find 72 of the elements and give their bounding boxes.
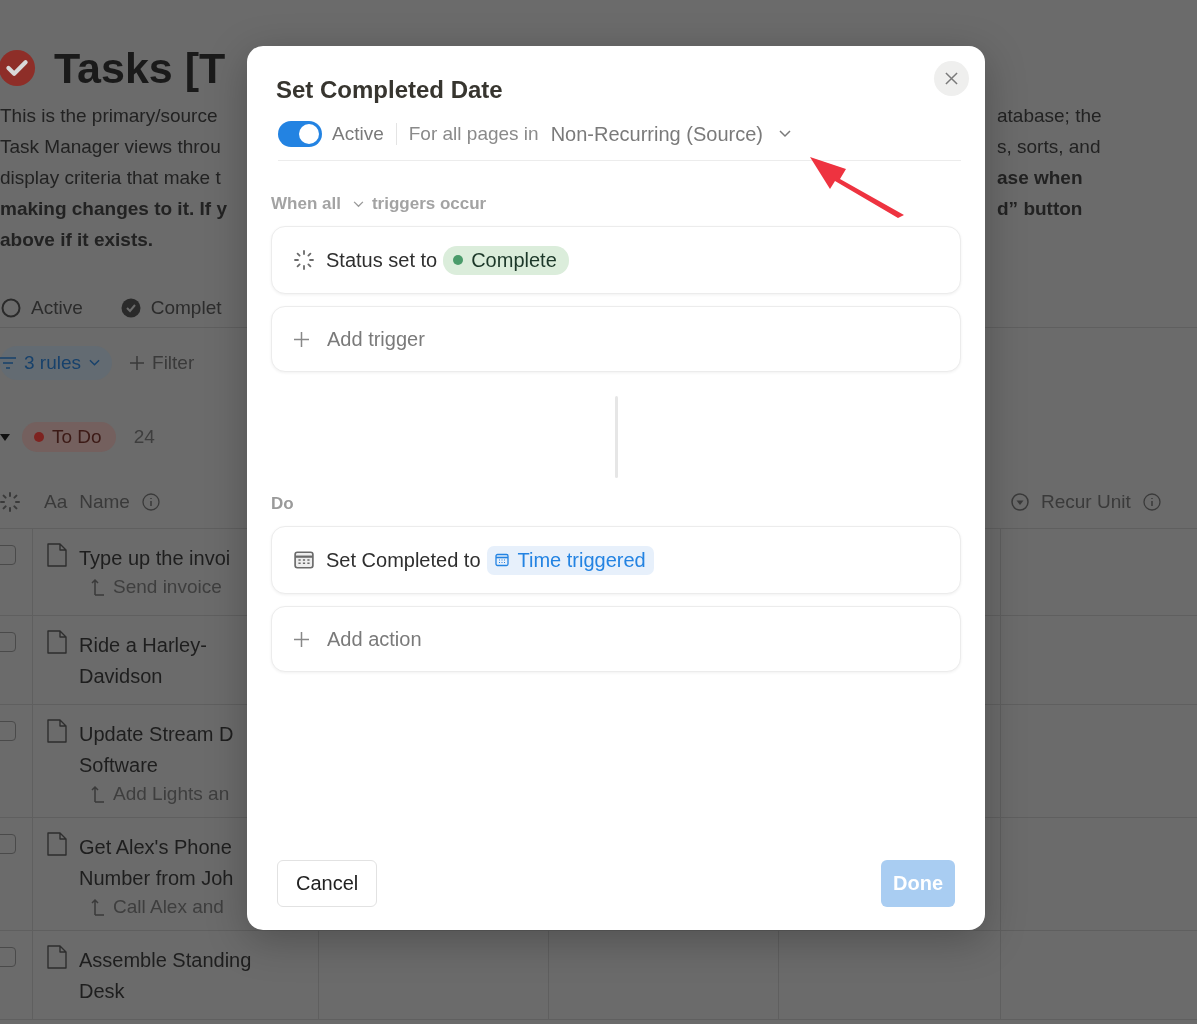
add-action-button[interactable]: Add action: [271, 606, 961, 672]
description-text: This is the primary/source: [0, 104, 219, 128]
scope-dropdown[interactable]: Non-Recurring (Source): [548, 122, 791, 146]
description-text: s, sorts, and: [997, 135, 1102, 159]
plus-icon: [294, 631, 309, 647]
document-icon: [47, 945, 67, 969]
view-tab[interactable]: Complet: [150, 297, 222, 319]
circle-icon: [1, 298, 21, 318]
row-checkbox[interactable]: [0, 947, 16, 967]
info-icon: [141, 493, 160, 511]
chevron-down-icon: [352, 200, 364, 208]
task-title[interactable]: Get Alex's Phone: [79, 832, 234, 863]
document-icon: [47, 719, 67, 743]
parent-arrow-icon: [91, 578, 105, 596]
description-text: display criteria that make t: [0, 166, 222, 190]
calendar-icon: [294, 550, 314, 570]
task-title[interactable]: Number from Joh: [79, 863, 234, 894]
toggle-triangle-icon[interactable]: [0, 432, 10, 442]
description-text: d” button: [997, 197, 1084, 221]
toggle-switch[interactable]: [278, 121, 322, 147]
plus-icon: [130, 356, 145, 370]
close-button[interactable]: [934, 61, 969, 96]
spinner-icon: [294, 250, 314, 270]
date-tag[interactable]: Time triggered: [486, 545, 654, 575]
trigger-card[interactable]: Status set to Complete: [271, 226, 961, 294]
page-title: Tasks [T: [54, 43, 226, 93]
rules-button[interactable]: 3 rules: [0, 346, 113, 380]
description-text: above if it exists.: [0, 228, 155, 252]
dialog-title: Set Completed Date: [276, 76, 503, 104]
section-label: Do: [271, 494, 295, 514]
condition-dropdown[interactable]: When all: [271, 194, 364, 214]
task-title[interactable]: Software: [79, 750, 234, 781]
info-icon: [1142, 493, 1161, 511]
cancel-button[interactable]: Cancel: [277, 860, 378, 907]
task-title[interactable]: Type up the invoi: [79, 543, 231, 574]
view-tab[interactable]: Active: [31, 297, 83, 319]
parent-arrow-icon: [91, 785, 105, 803]
document-icon: [47, 832, 67, 856]
row-checkbox[interactable]: [0, 545, 16, 565]
description-text: Task Manager views throu: [0, 135, 222, 159]
description-text: atabase; the: [997, 104, 1103, 128]
toggle-label: Active: [332, 123, 384, 145]
chevron-down-icon: [778, 130, 791, 138]
status-tag: To Do: [22, 422, 116, 452]
task-title[interactable]: Desk: [79, 976, 252, 1007]
description-text: making changes to it. If y: [0, 197, 228, 221]
task-title[interactable]: Davidson: [79, 661, 207, 692]
chevron-down-icon: [89, 359, 101, 367]
document-icon: [47, 630, 67, 654]
row-checkbox[interactable]: [0, 721, 16, 741]
parent-arrow-icon: [91, 898, 105, 916]
calendar-icon: [494, 553, 509, 567]
spinner-icon: [0, 492, 20, 512]
plus-icon: [294, 331, 309, 347]
filter-icon: [0, 357, 16, 369]
add-trigger-button[interactable]: Add trigger: [271, 306, 961, 372]
condition-label: triggers occur: [371, 194, 487, 214]
scope-label: For all pages in: [408, 123, 539, 145]
check-circle-icon: [120, 298, 141, 318]
action-card[interactable]: Set Completed to Time triggered: [271, 526, 961, 594]
dropdown-circle-icon: [1011, 493, 1029, 511]
document-icon: [47, 543, 67, 567]
task-title[interactable]: Assemble Standing: [79, 945, 252, 976]
row-checkbox[interactable]: [0, 632, 16, 652]
task-title[interactable]: Ride a Harley-: [79, 630, 207, 661]
description-text: ase when: [997, 166, 1084, 190]
close-icon: [945, 72, 958, 85]
task-title[interactable]: Update Stream D: [79, 719, 234, 750]
status-tag[interactable]: Complete: [443, 245, 569, 275]
row-checkbox[interactable]: [0, 834, 16, 854]
action-text: Set Completed to: [326, 548, 481, 572]
trigger-text: Status set to: [326, 248, 438, 272]
